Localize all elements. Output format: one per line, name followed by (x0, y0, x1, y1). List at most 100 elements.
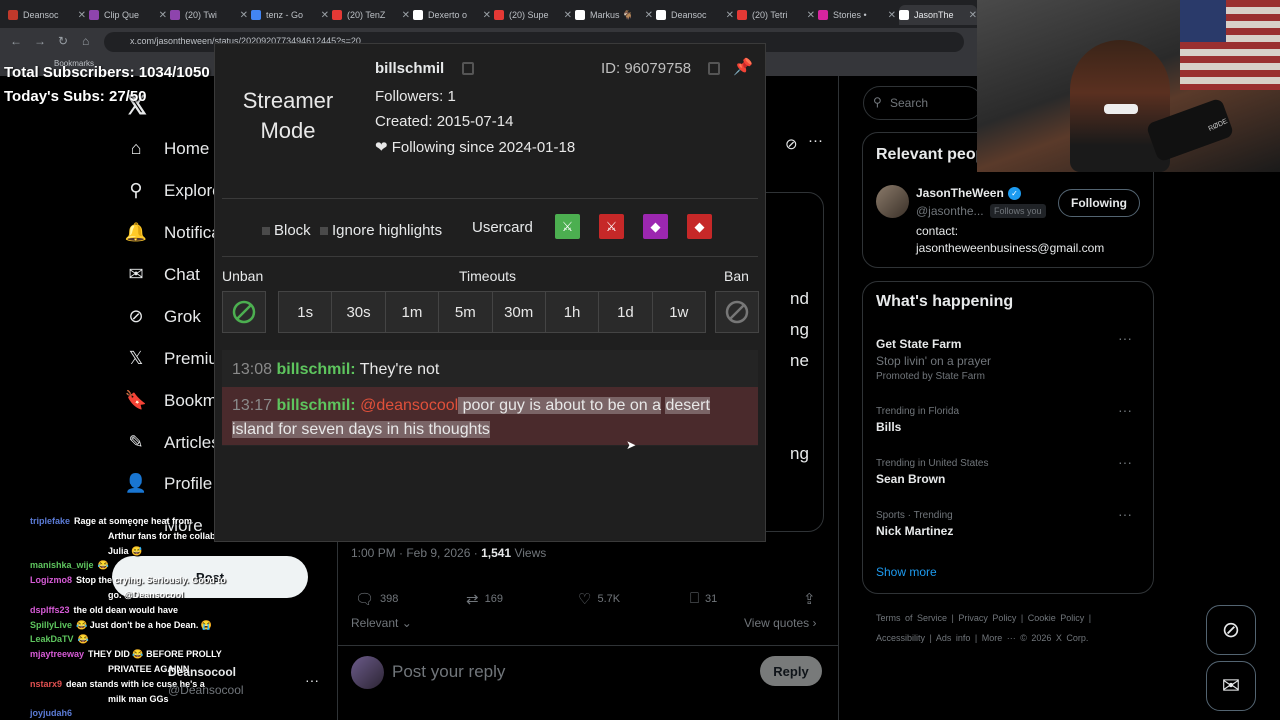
footer-links-2[interactable]: Accessibility | Ads info | More ··· © 20… (876, 633, 1088, 643)
tweet-more-icon[interactable]: ··· (808, 132, 823, 149)
trend-subtitle: Stop livin' on a prayer (876, 354, 992, 368)
timeout-1d-button[interactable]: 1d (599, 291, 653, 333)
browser-tab[interactable]: Deansoc ✕ (8, 5, 86, 25)
message-mention[interactable]: @deansocool (360, 397, 458, 414)
share-action[interactable]: ⇪ (803, 590, 822, 608)
vip-gem-icon[interactable]: ◆ (643, 214, 668, 239)
trend-item[interactable]: Trending in United States Sean Brown ··· (876, 454, 1140, 486)
timeout-30m-button[interactable]: 30m (492, 291, 546, 333)
tab-favicon-icon (818, 10, 828, 20)
browser-tab[interactable]: Dexerto o ✕ (413, 5, 491, 25)
avatar[interactable] (876, 185, 909, 218)
repost-action[interactable]: ⇄ 169 (466, 590, 503, 608)
browser-tab[interactable]: (20) Supe ✕ (494, 5, 572, 25)
copy-id-icon[interactable] (708, 62, 720, 75)
ban-button[interactable] (715, 291, 759, 333)
pin-icon[interactable]: 📌 (733, 57, 753, 77)
tab-favicon-icon (89, 10, 99, 20)
browser-tab[interactable]: (20) Twi ✕ (170, 5, 248, 25)
stream-chat-line: SpillyLive 😂 Just don't be a hoe Dean. 😭 (30, 620, 212, 631)
browser-tab[interactable]: tenz - Go ✕ (251, 5, 329, 25)
search-icon: ⚲ (129, 180, 143, 200)
timeout-5m-button[interactable]: 5m (439, 291, 493, 333)
close-tab-icon[interactable]: ✕ (402, 10, 410, 21)
timeout-1m-button[interactable]: 1m (385, 291, 440, 333)
trend-more-icon[interactable]: ··· (1118, 330, 1132, 346)
close-tab-icon[interactable]: ✕ (78, 10, 86, 21)
browser-tab[interactable]: Stories • ✕ (818, 5, 896, 25)
trend-item[interactable]: Sports · Trending Nick Martinez ··· (876, 506, 1140, 538)
timeout-1h-button[interactable]: 1h (545, 291, 600, 333)
browser-tab[interactable]: JasonThe ✕ (899, 5, 977, 25)
close-tab-icon[interactable]: ✕ (969, 10, 977, 21)
close-tab-icon[interactable]: ✕ (888, 10, 896, 21)
home-button-icon[interactable]: ⌂ (82, 34, 89, 48)
unban-label: Unban (222, 268, 264, 284)
sidebar-item-home[interactable]: ⌂ Home (124, 138, 210, 159)
sidebar-item-grok[interactable]: ⊘ Grok (124, 306, 200, 327)
trend-more-icon[interactable]: ··· (1118, 402, 1132, 418)
browser-tab[interactable]: Clip Que ✕ (89, 5, 167, 25)
trend-more-icon[interactable]: ··· (1118, 506, 1132, 522)
usercard-id: ID: 96079758 (601, 60, 692, 77)
usercard-username[interactable]: billschmil (375, 60, 444, 77)
view-quotes-link[interactable]: View quotes › (744, 616, 817, 630)
tab-favicon-icon (575, 10, 585, 20)
messages-fab-icon[interactable]: ✉ (1206, 661, 1256, 711)
following-button[interactable]: Following (1058, 189, 1140, 217)
block-checkbox[interactable]: Block (262, 222, 311, 239)
divider (222, 256, 758, 257)
bookmark-action[interactable]: ⎕ 31 (690, 590, 717, 607)
trend-item[interactable]: Get State Farm Stop livin' on a prayer Pro… (876, 330, 1140, 382)
sidebar-item-chat[interactable]: ✉ Chat (124, 264, 199, 285)
message-user[interactable]: billschmil: (277, 361, 356, 378)
close-tab-icon[interactable]: ✕ (321, 10, 329, 21)
close-tab-icon[interactable]: ✕ (807, 10, 815, 21)
copy-username-icon[interactable] (462, 62, 474, 75)
reload-icon[interactable]: ↻ (58, 34, 68, 48)
timeout-1s-button[interactable]: 1s (278, 291, 333, 333)
close-tab-icon[interactable]: ✕ (726, 10, 734, 21)
timeout-30s-button[interactable]: 30s (332, 291, 386, 333)
timeout-1w-button[interactable]: 1w (652, 291, 706, 333)
reply-input[interactable]: Post your reply (392, 662, 505, 682)
browser-tab[interactable]: (20) TenZ ✕ (332, 5, 410, 25)
like-action[interactable]: ♡ 5.7K (578, 590, 620, 608)
reply-action[interactable]: 🗨 398 (355, 590, 398, 608)
sidebar-item-profile[interactable]: 👤 Profile (124, 473, 212, 494)
grok-tweet-icon[interactable]: ⊘ (785, 135, 798, 153)
trend-item[interactable]: Trending in Florida Bills ··· (876, 402, 1140, 434)
chat-username: triplefake (30, 516, 71, 526)
browser-tab[interactable]: Markus 🐐 ✕ (575, 5, 653, 25)
browser-tab[interactable]: (20) Tetri ✕ (737, 5, 815, 25)
forward-icon[interactable]: → (34, 34, 46, 48)
footer-links[interactable]: Terms of Service | Privacy Policy | Cook… (876, 613, 1091, 623)
close-tab-icon[interactable]: ✕ (159, 10, 167, 21)
back-icon[interactable]: ← (10, 34, 22, 48)
close-tab-icon[interactable]: ✕ (240, 10, 248, 21)
show-more-link[interactable]: Show more (876, 565, 937, 579)
relevant-person-name[interactable]: JasonTheWeen (916, 186, 1004, 200)
close-tab-icon[interactable]: ✕ (564, 10, 572, 21)
reply-button[interactable]: Reply (760, 656, 822, 686)
ignore-highlights-checkbox[interactable]: Ignore highlights (320, 222, 442, 239)
unvip-gem-icon[interactable]: ◆ (687, 214, 712, 239)
stream-chat-line: go. @Deansocool (108, 590, 184, 600)
usercard-button[interactable]: Usercard (472, 219, 533, 236)
close-tab-icon[interactable]: ✕ (483, 10, 491, 21)
account-name[interactable]: Deansocool (168, 665, 236, 679)
message-user[interactable]: billschmil: (277, 397, 356, 414)
unmod-sword-icon[interactable]: ⚔ (599, 214, 624, 239)
tab-favicon-icon (656, 10, 666, 20)
browser-tab[interactable]: Deansoc ✕ (656, 5, 734, 25)
close-tab-icon[interactable]: ✕ (645, 10, 653, 21)
sidebar-item-articles[interactable]: ✎ Articles (124, 432, 219, 453)
mod-sword-icon[interactable]: ⚔ (555, 214, 580, 239)
grok-fab-icon[interactable]: ⊘ (1206, 605, 1256, 655)
sidebar-item-explore[interactable]: ⚲ Explore (124, 180, 221, 201)
unban-button[interactable] (222, 291, 266, 333)
relevant-sort-dropdown[interactable]: Relevant ⌄ (351, 616, 412, 630)
trend-more-icon[interactable]: ··· (1118, 454, 1132, 470)
streamer-mode-label: Streamer Mode (242, 88, 334, 143)
account-more-icon[interactable]: ··· (305, 672, 319, 688)
